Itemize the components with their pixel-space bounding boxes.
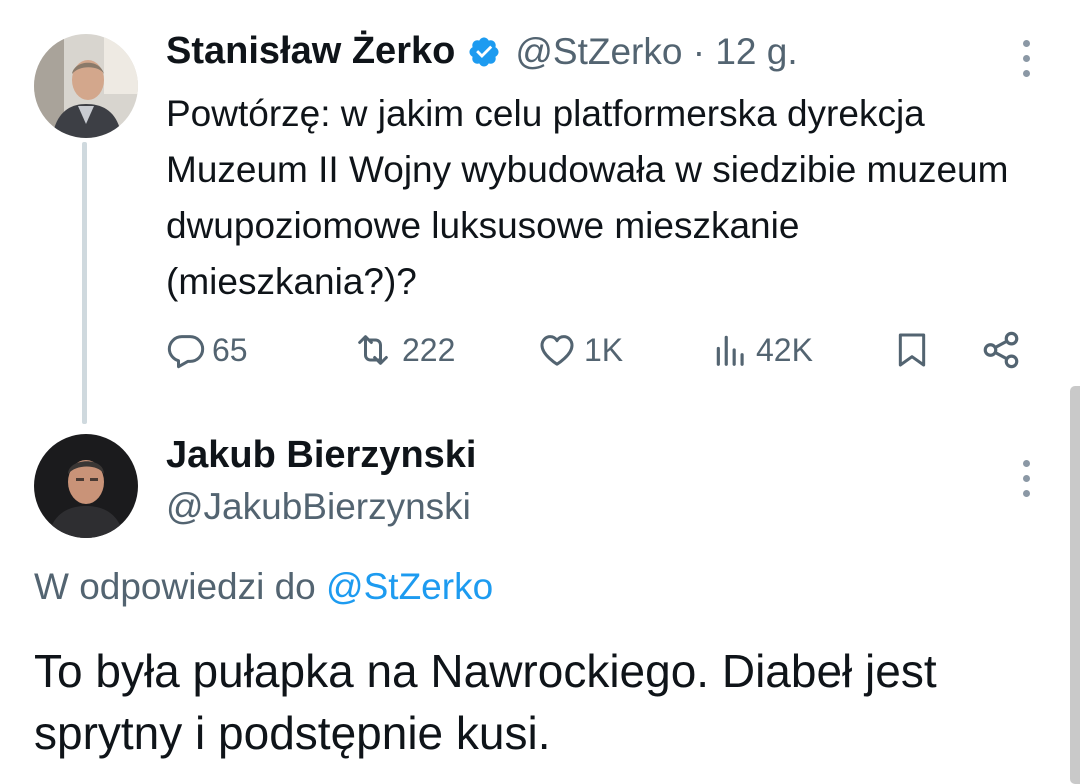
author-name[interactable]: Stanisław Żerko — [166, 30, 455, 73]
more-options-icon[interactable] — [1016, 460, 1036, 497]
verified-badge-icon — [467, 35, 501, 69]
reply-mention-link[interactable]: @StZerko — [326, 566, 493, 607]
like-count: 1K — [584, 331, 624, 368]
more-options-icon[interactable] — [1016, 40, 1036, 77]
like-icon — [540, 335, 574, 366]
retweet-count: 222 — [402, 331, 456, 368]
reply-button[interactable]: 65 — [166, 326, 248, 374]
tweet1-header: Stanisław Żerko @StZerko · 12 g. — [166, 30, 798, 73]
tweet1-text: Powtórzę: w jakim celu platformerska dyr… — [166, 93, 1009, 302]
avatar-jakub-bierzynski[interactable] — [34, 434, 138, 538]
share-button[interactable] — [980, 326, 1022, 374]
author-handle[interactable]: @StZerko — [515, 31, 682, 72]
reply-count: 65 — [212, 331, 248, 368]
reply-icon — [167, 335, 205, 369]
views-button[interactable]: 42K — [712, 326, 813, 374]
bookmark-button[interactable] — [892, 326, 932, 374]
tweet2-text: To była pułapka na Nawrockiego. Diabeł j… — [34, 645, 937, 759]
avatar-stanislaw-zerko[interactable] — [34, 34, 138, 138]
bookmark-icon — [898, 333, 926, 367]
like-button[interactable]: 1K — [536, 326, 623, 374]
author-handle[interactable]: @JakubBierzynski — [166, 486, 471, 528]
replying-to-line: W odpowiedzi do @StZerko — [34, 566, 493, 608]
tweet-time[interactable]: · 12 g. — [693, 31, 798, 72]
scrollbar[interactable] — [1070, 386, 1080, 784]
tweet1-action-bar: 65 222 1K 42K — [166, 326, 1036, 374]
handle-and-time[interactable]: @StZerko · 12 g. — [515, 31, 797, 73]
views-count: 42K — [756, 331, 813, 368]
reply-prefix: W odpowiedzi do — [34, 566, 316, 607]
share-icon — [983, 331, 1019, 369]
retweet-icon — [358, 335, 388, 365]
thread-connector-line — [82, 142, 87, 424]
views-icon — [716, 335, 744, 366]
author-name[interactable]: Jakub Bierzynski — [166, 434, 476, 477]
retweet-button[interactable]: 222 — [350, 326, 455, 374]
